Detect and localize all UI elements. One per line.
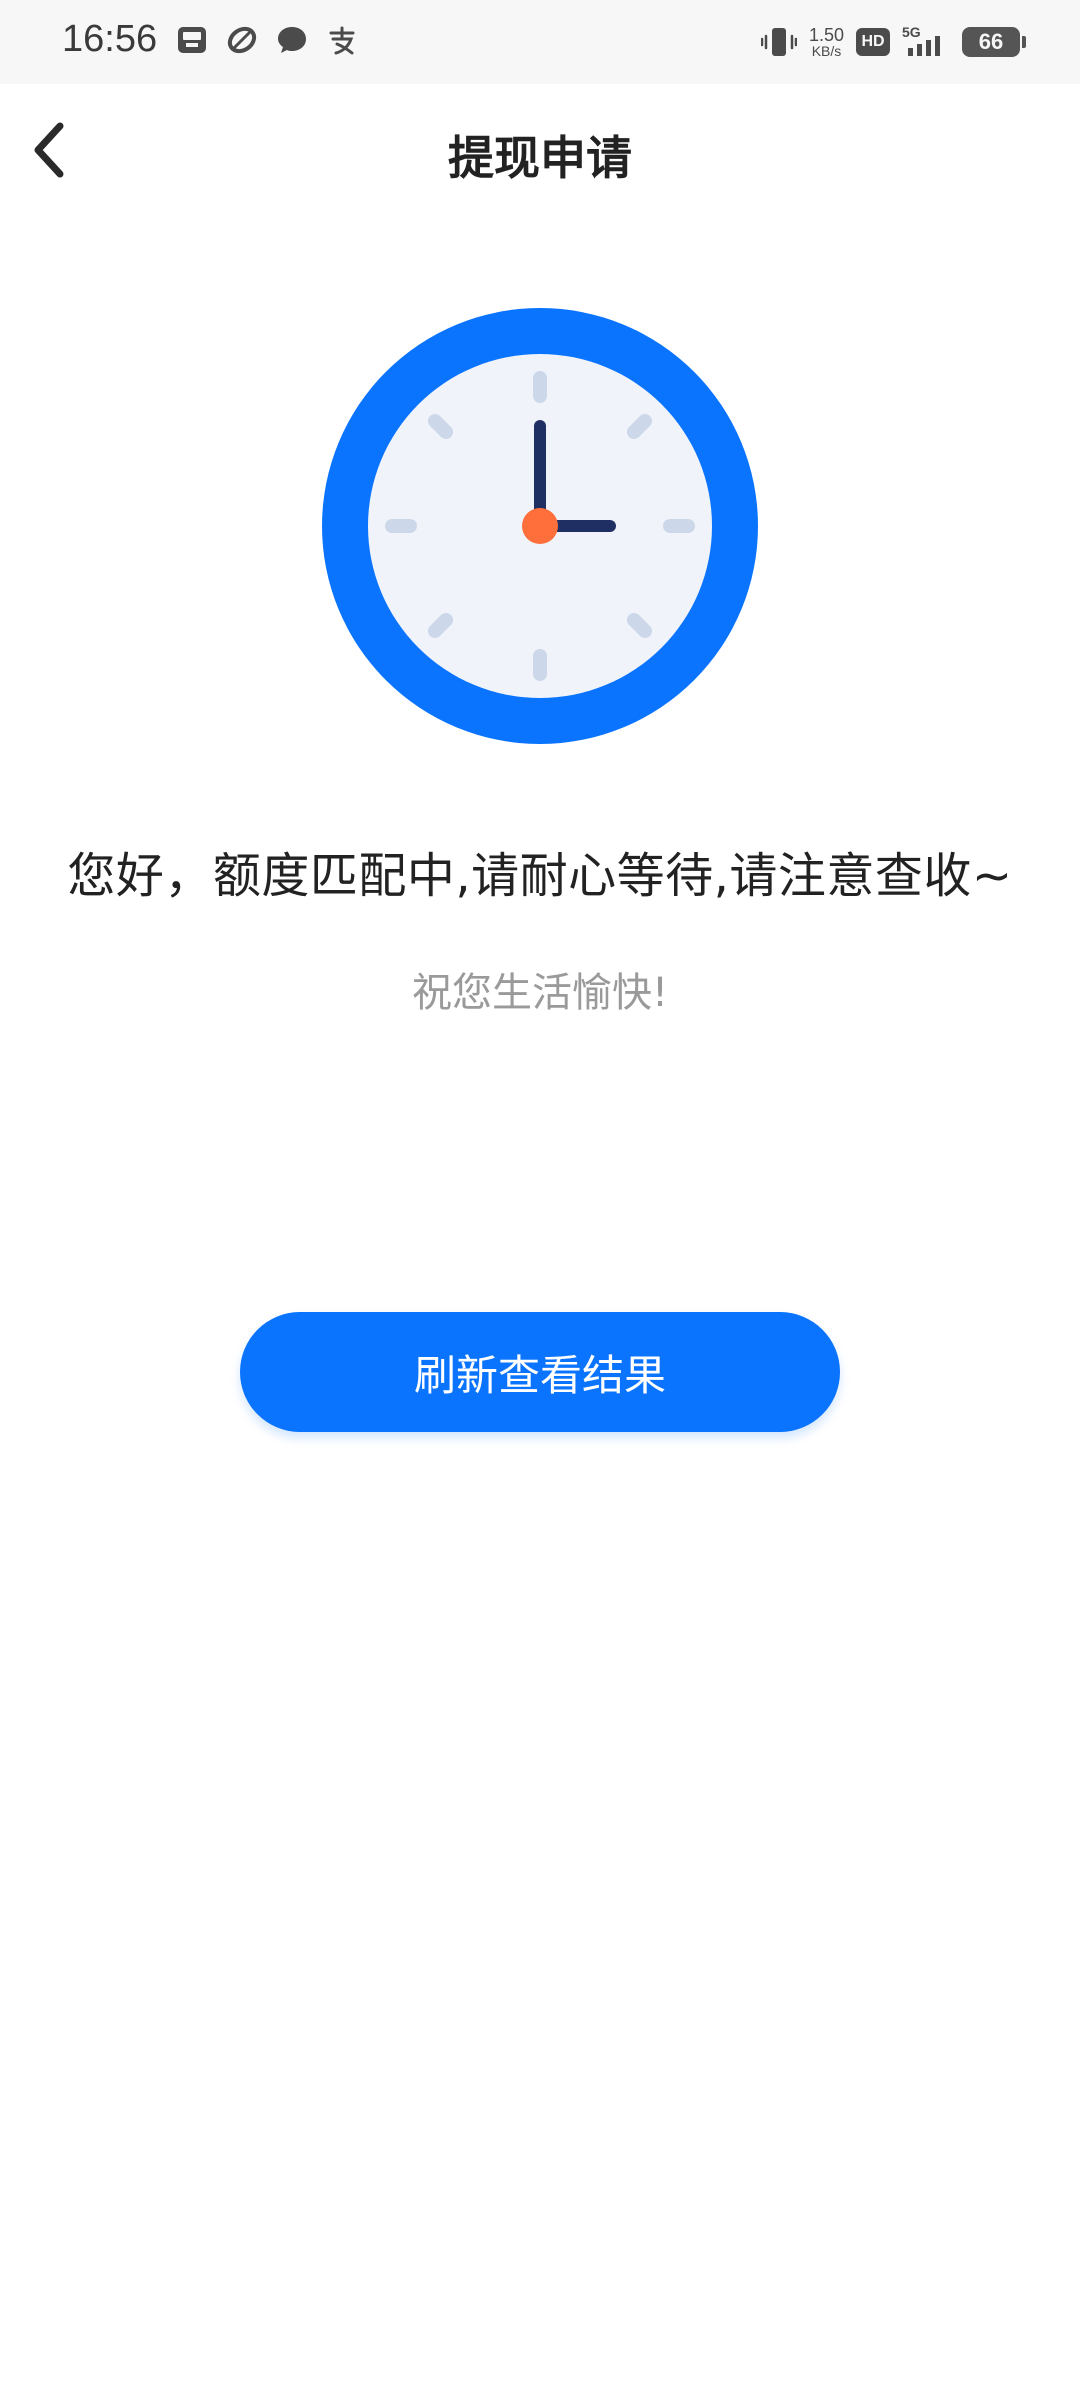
hd-badge: HD [856,28,890,56]
alipay-icon [329,26,355,55]
status-message: 您好，额度匹配中,请耐心等待,请注意查收~ [67,848,1013,904]
network-speed-unit: KB/s [811,43,842,59]
clock-icon [322,308,758,744]
battery-indicator: 66 [962,27,1026,57]
greeting-message: 祝您生活愉快! [411,970,669,1016]
swirl-app-icon [227,26,257,54]
status-time: 16:56 [62,18,158,60]
network-speed: 1.50 KB/s [809,26,844,58]
status-bar: 16:56 1.50 KB/s HD 5G 66 [0,0,1080,84]
header-bar: 提现申请 [0,84,1080,220]
signal-icon: 5G [902,24,940,56]
refresh-result-button[interactable]: 刷新查看结果 [240,1312,840,1432]
clock-center [522,508,558,544]
network-speed-value: 1.50 [808,25,844,45]
network-type-label: 5G [902,24,921,40]
inbox-icon [178,27,206,53]
status-right: 1.50 KB/s HD 5G 66 [760,22,1026,62]
chat-bubble-icon [278,27,306,53]
notification-icons [174,22,360,58]
page-title: 提现申请 [448,131,632,185]
vibrate-icon [760,28,797,56]
